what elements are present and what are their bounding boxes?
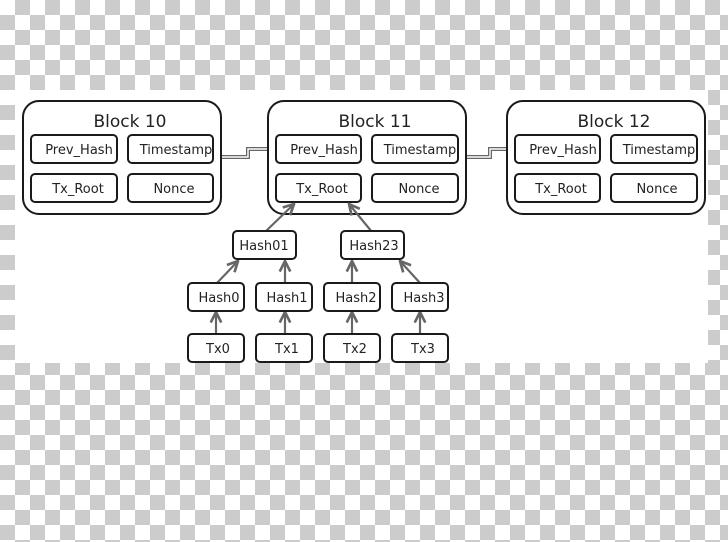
merkle-node-hash2: Hash2	[323, 282, 381, 312]
field-timestamp: Timestamp	[371, 134, 459, 164]
field-timestamp: Timestamp	[610, 134, 698, 164]
field-nonce: Nonce	[371, 173, 459, 203]
field-prev-hash: Prev_Hash	[514, 134, 601, 164]
field-label: Tx_Root	[51, 182, 104, 197]
field-label: Prev_Hash	[45, 143, 113, 158]
field-label: Nonce	[153, 182, 194, 197]
node-label: Hash0	[198, 291, 239, 306]
field-label: Nonce	[398, 182, 439, 197]
node-label: Tx1	[274, 342, 299, 357]
field-label: Prev_Hash	[529, 143, 597, 158]
merkle-node-hash3: Hash3	[391, 282, 449, 312]
transaction-tx2: Tx2	[323, 333, 381, 363]
node-label: Hash3	[403, 291, 444, 306]
edge-hash0-hash01	[216, 261, 238, 284]
field-nonce: Nonce	[610, 173, 698, 203]
field-prev-hash: Prev_Hash	[275, 134, 362, 164]
node-label: Tx0	[205, 342, 230, 357]
field-label: Timestamp	[622, 143, 696, 158]
block-10: Block 10 Prev_Hash Timestamp Tx_Root Non…	[22, 100, 222, 215]
diagram-canvas: Block 10 Prev_Hash Timestamp Tx_Root Non…	[15, 90, 708, 363]
merkle-node-hash01: Hash01	[232, 230, 297, 260]
block-11: Block 11 Prev_Hash Timestamp Tx_Root Non…	[267, 100, 467, 215]
field-timestamp: Timestamp	[127, 134, 214, 164]
field-label: Tx_Root	[534, 182, 587, 197]
blockchain-diagram: Block 10 Prev_Hash Timestamp Tx_Root Non…	[22, 100, 706, 363]
node-label: Tx3	[410, 342, 435, 357]
transaction-tx0: Tx0	[187, 333, 245, 363]
field-tx-root: Tx_Root	[30, 173, 118, 203]
edge-hash3-hash23	[400, 261, 421, 284]
merkle-node-hash23: Hash23	[340, 230, 405, 260]
field-tx-root: Tx_Root	[275, 173, 362, 203]
field-prev-hash: Prev_Hash	[30, 134, 118, 164]
node-label: Tx2	[342, 342, 367, 357]
field-label: Tx_Root	[295, 182, 348, 197]
field-tx-root: Tx_Root	[514, 173, 601, 203]
merkle-edges	[216, 204, 420, 334]
block-title: Block 12	[577, 112, 650, 132]
merkle-node-hash0: Hash0	[187, 282, 245, 312]
merkle-node-hash1: Hash1	[255, 282, 313, 312]
field-label: Timestamp	[139, 143, 213, 158]
field-label: Nonce	[636, 182, 677, 197]
field-label: Prev_Hash	[290, 143, 358, 158]
block-title: Block 10	[93, 112, 166, 132]
transaction-tx3: Tx3	[391, 333, 449, 363]
field-nonce: Nonce	[127, 173, 214, 203]
node-label: Hash1	[266, 291, 307, 306]
field-label: Timestamp	[383, 143, 457, 158]
node-label: Hash01	[239, 239, 288, 254]
node-label: Hash2	[335, 291, 376, 306]
block-title: Block 11	[338, 112, 411, 132]
transaction-tx1: Tx1	[255, 333, 313, 363]
block-12: Block 12 Prev_Hash Timestamp Tx_Root Non…	[506, 100, 706, 215]
node-label: Hash23	[349, 239, 398, 254]
